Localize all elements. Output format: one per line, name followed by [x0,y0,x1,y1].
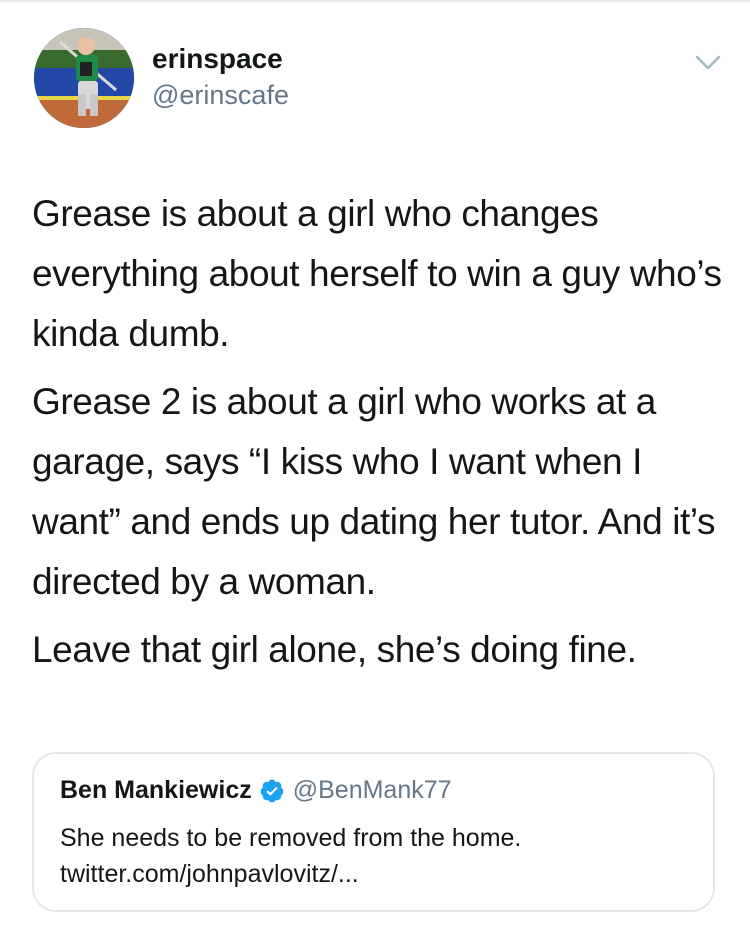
quoted-author-handle: @BenMank77 [292,776,452,804]
avatar-photo [34,28,134,128]
quoted-tweet-text: She needs to be removed from the home. t… [60,820,690,892]
quoted-tweet-header: Ben Mankiewicz @BenMank77 [60,776,452,805]
author-display-name[interactable]: erinspace [152,42,283,76]
avatar[interactable] [34,28,134,128]
tweet-paragraph: Grease is about a girl who changes every… [32,193,722,354]
quoted-tweet-card[interactable]: Ben Mankiewicz @BenMank77 She needs to b… [32,752,715,912]
top-divider [0,0,750,2]
more-options-button[interactable] [690,48,726,76]
author-handle[interactable]: @erinscafe [152,78,289,112]
quoted-tweet-link[interactable]: twitter.com/johnpavlovitz/... [60,856,690,892]
tweet-text: Grease is about a girl who changes every… [32,184,722,688]
quoted-tweet-body: She needs to be removed from the home. [60,824,522,852]
chevron-down-icon [695,55,721,70]
quoted-author-name: Ben Mankiewicz [60,776,252,804]
tweet-paragraph: Leave that girl alone, she’s doing fine. [32,629,637,670]
tweet-paragraph: Grease 2 is about a girl who works at a … [32,381,716,602]
verified-badge-icon [260,779,284,802]
